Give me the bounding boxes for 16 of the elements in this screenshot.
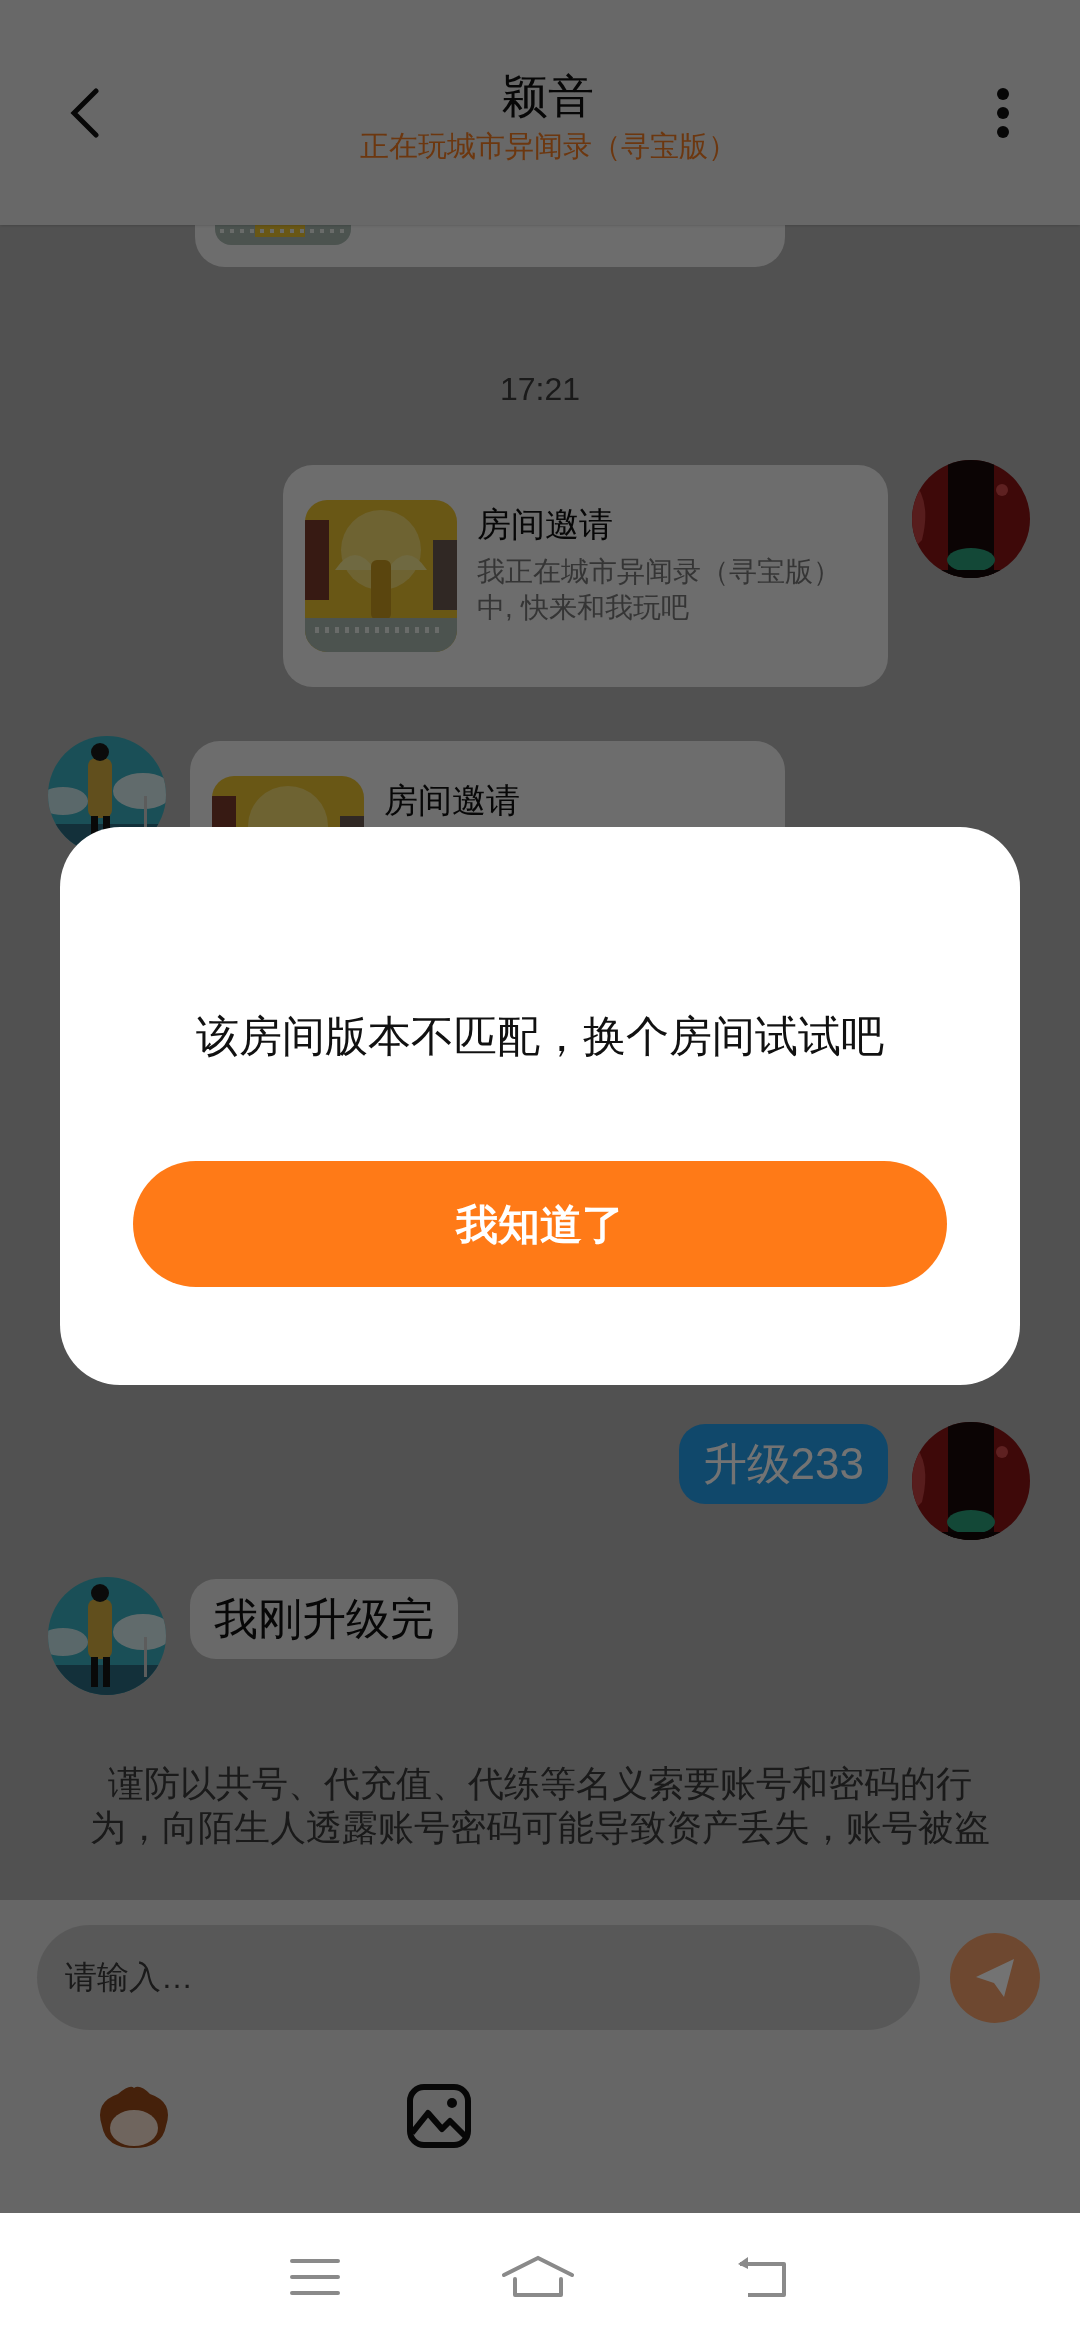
message-bubble: 我刚升级完 [190,1579,458,1659]
back-icon[interactable] [70,87,100,138]
menu-icon[interactable] [290,2256,341,2297]
message-bubble: 升级233 [678,1424,888,1504]
card-text: 我正在城市异闻录（寻宝版）中, 快来和我玩吧 [477,555,842,625]
message-input[interactable]: 请输入… [37,1925,920,2030]
playing-status: 正在玩城市异闻录（寻宝版） [359,128,737,164]
more-icon[interactable] [996,86,1010,139]
image-icon[interactable] [406,2083,472,2149]
dialog-message: 该房间版本不匹配，换个房间试试吧 [196,1011,884,1062]
card-title: 房间邀请 [384,780,520,821]
confirm-button[interactable]: 我知道了 [133,1161,947,1287]
card-title: 房间邀请 [477,504,614,545]
contact-name: 颖音 [502,68,594,124]
invite-card[interactable]: 房间邀请 我正在城市异闻录（寻宝版）中, 快来和我玩吧 [283,465,888,687]
home-icon[interactable] [501,2254,575,2299]
